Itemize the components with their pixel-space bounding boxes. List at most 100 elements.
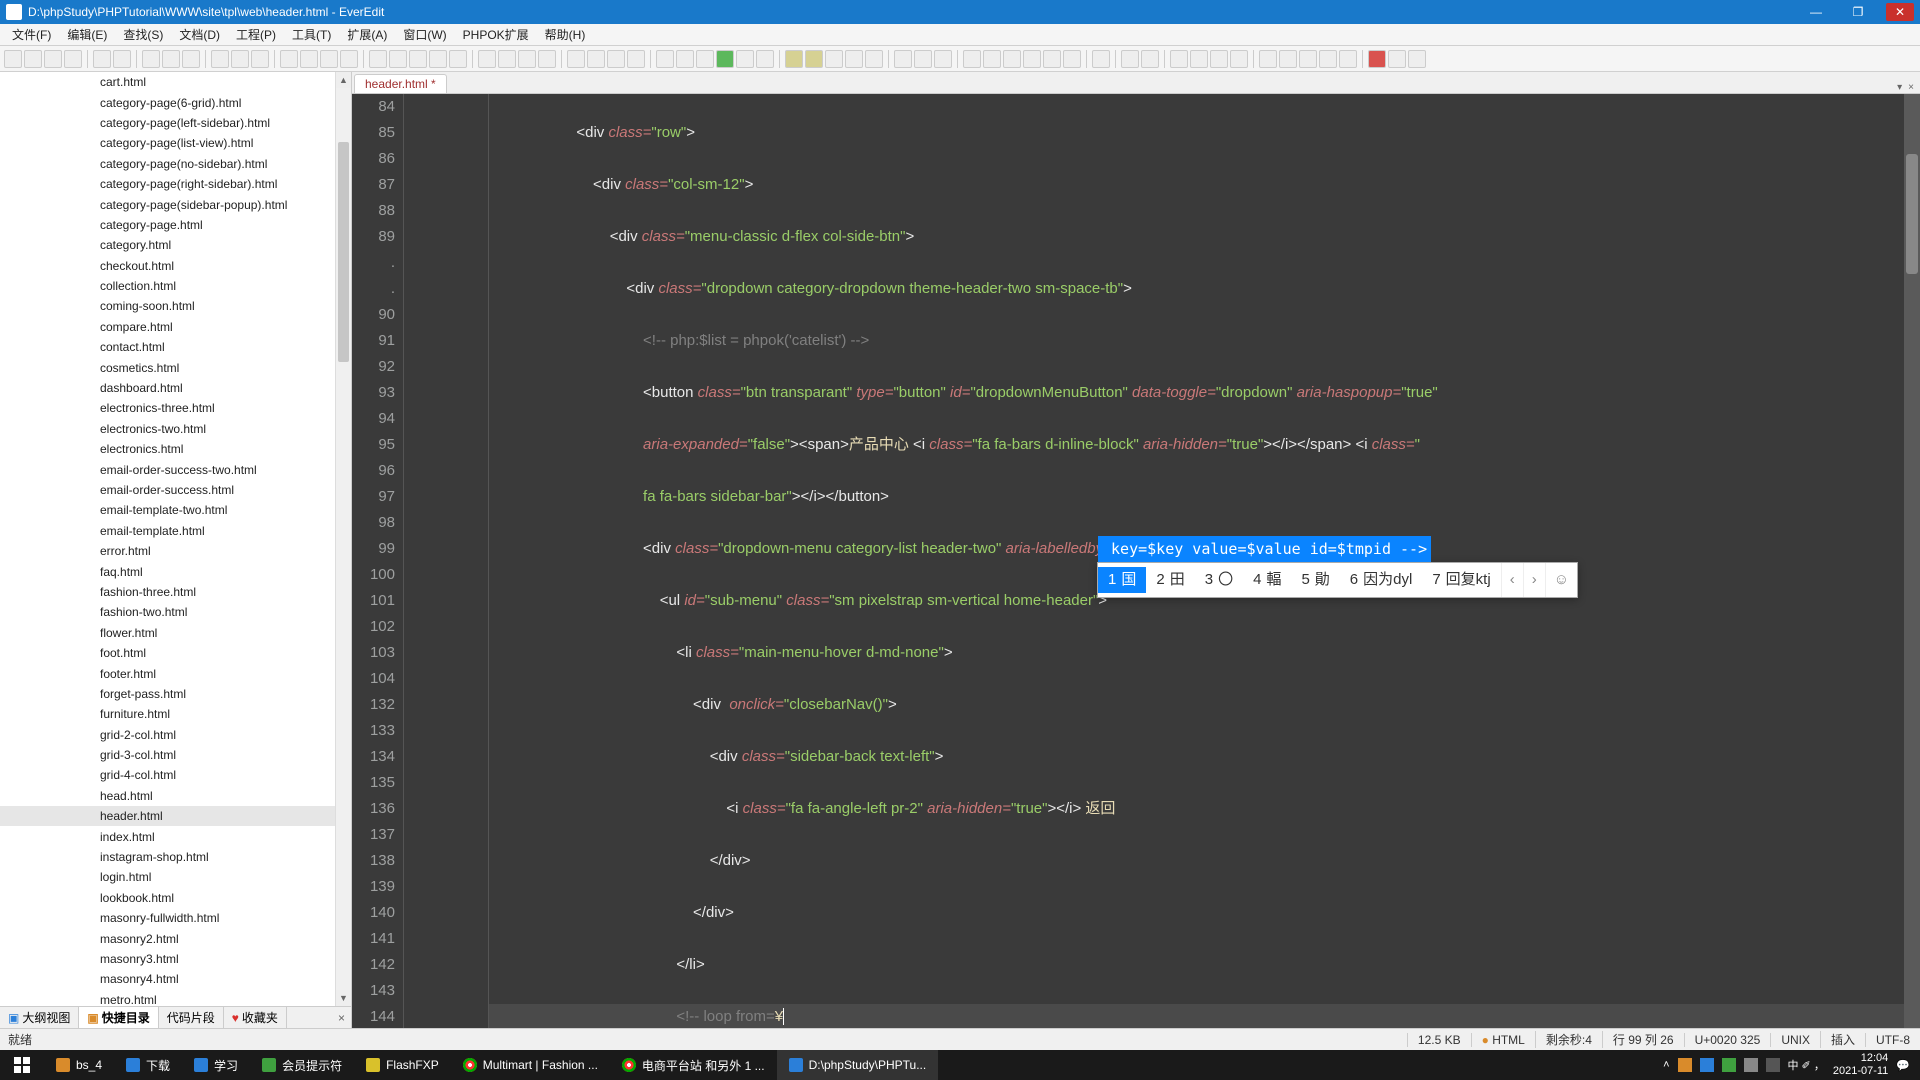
- fold-column[interactable]: [404, 94, 489, 1028]
- redo-button[interactable]: [113, 50, 131, 68]
- bold-button[interactable]: [894, 50, 912, 68]
- toolbar-button[interactable]: [300, 50, 318, 68]
- toolbar-button[interactable]: [429, 50, 447, 68]
- tabstrip-close-icon[interactable]: ×: [1908, 82, 1914, 93]
- file-item[interactable]: electronics-three.html: [0, 398, 335, 418]
- tray-up-icon[interactable]: ˄: [1663, 1059, 1669, 1071]
- toolbar-button[interactable]: [1388, 50, 1406, 68]
- taskbar-item[interactable]: 会员提示符: [250, 1050, 354, 1080]
- toolbar-button[interactable]: [845, 50, 863, 68]
- toolbar-button[interactable]: [1319, 50, 1337, 68]
- toolbar-button[interactable]: [1299, 50, 1317, 68]
- menu-tools[interactable]: 工具(T): [284, 24, 339, 45]
- toolbar-button[interactable]: [1339, 50, 1357, 68]
- toolbar-button[interactable]: [736, 50, 754, 68]
- file-item[interactable]: electronics.html: [0, 439, 335, 459]
- toolbar-button[interactable]: [538, 50, 556, 68]
- status-insert[interactable]: 插入: [1820, 1031, 1865, 1048]
- taskbar-item[interactable]: 下载: [114, 1050, 182, 1080]
- toolbar-button[interactable]: [785, 50, 803, 68]
- ime-candidate[interactable]: 3〇: [1195, 567, 1243, 593]
- h5-button[interactable]: [1043, 50, 1061, 68]
- file-item[interactable]: masonry2.html: [0, 928, 335, 948]
- ime-candidate[interactable]: 4輻: [1243, 567, 1291, 593]
- file-item[interactable]: footer.html: [0, 663, 335, 683]
- file-item[interactable]: category-page(6-grid).html: [0, 92, 335, 112]
- taskbar-item[interactable]: bs_4: [44, 1050, 114, 1080]
- copy-button[interactable]: [162, 50, 180, 68]
- save-all-button[interactable]: [64, 50, 82, 68]
- file-item[interactable]: foot.html: [0, 643, 335, 663]
- h2-button[interactable]: [983, 50, 1001, 68]
- toolbar-button[interactable]: [587, 50, 605, 68]
- ime-prev-button[interactable]: ‹: [1501, 563, 1523, 597]
- file-item[interactable]: index.html: [0, 826, 335, 846]
- file-item[interactable]: category-page(sidebar-popup).html: [0, 194, 335, 214]
- file-item[interactable]: cart.html: [0, 72, 335, 92]
- file-item[interactable]: category-page.html: [0, 215, 335, 235]
- toolbar-button[interactable]: [409, 50, 427, 68]
- toolbar-button[interactable]: [1368, 50, 1386, 68]
- toolbar-button[interactable]: [280, 50, 298, 68]
- tray-app-icon[interactable]: [1744, 1058, 1758, 1072]
- ime-candidate[interactable]: 6因为dyl: [1340, 567, 1423, 593]
- close-button[interactable]: ✕: [1886, 3, 1914, 21]
- toolbar-button[interactable]: [1141, 50, 1159, 68]
- paste-button[interactable]: [182, 50, 200, 68]
- file-item[interactable]: category-page(left-sidebar).html: [0, 113, 335, 133]
- code-area[interactable]: 848586878889..90919293949596979899100101…: [352, 94, 1920, 1028]
- menu-window[interactable]: 窗口(W): [395, 24, 454, 45]
- file-item[interactable]: masonry-fullwidth.html: [0, 908, 335, 928]
- file-item[interactable]: email-template.html: [0, 521, 335, 541]
- link-button[interactable]: [1170, 50, 1188, 68]
- file-item[interactable]: email-order-success-two.html: [0, 459, 335, 479]
- taskbar-clock[interactable]: 12:04 2021-07-11: [1833, 1052, 1888, 1078]
- file-item[interactable]: category-page(no-sidebar).html: [0, 154, 335, 174]
- file-item[interactable]: faq.html: [0, 561, 335, 581]
- settings-button[interactable]: [1408, 50, 1426, 68]
- file-item[interactable]: contact.html: [0, 337, 335, 357]
- ime-emoji-button[interactable]: ☺: [1545, 563, 1577, 597]
- file-item[interactable]: email-template-two.html: [0, 500, 335, 520]
- sidebar-tab-outline[interactable]: ▣大纲视图: [0, 1007, 79, 1028]
- file-item[interactable]: lookbook.html: [0, 888, 335, 908]
- new-file-button[interactable]: [4, 50, 22, 68]
- tray-ime[interactable]: 中 ✐ ，: [1788, 1057, 1825, 1073]
- file-item[interactable]: category-page(list-view).html: [0, 133, 335, 153]
- scroll-down-icon[interactable]: ▼: [336, 990, 351, 1006]
- taskbar-item[interactable]: D:\phpStudy\PHPTu...: [777, 1050, 939, 1080]
- menu-document[interactable]: 文档(D): [171, 24, 228, 45]
- taskbar-item[interactable]: 电商平台站 和另外 1 ...: [610, 1050, 777, 1080]
- file-item[interactable]: login.html: [0, 867, 335, 887]
- menu-edit[interactable]: 编辑(E): [59, 24, 115, 45]
- indent-button[interactable]: [211, 50, 229, 68]
- toolbar-button[interactable]: [1190, 50, 1208, 68]
- file-item[interactable]: dashboard.html: [0, 378, 335, 398]
- file-item[interactable]: flower.html: [0, 623, 335, 643]
- status-lineend[interactable]: UNIX: [1770, 1033, 1820, 1047]
- file-item[interactable]: masonry3.html: [0, 949, 335, 969]
- file-item[interactable]: grid-4-col.html: [0, 765, 335, 785]
- file-item[interactable]: error.html: [0, 541, 335, 561]
- taskbar-item[interactable]: FlashFXP: [354, 1050, 451, 1080]
- scrollbar-thumb[interactable]: [338, 142, 349, 362]
- tray-app-icon[interactable]: [1700, 1058, 1714, 1072]
- file-list[interactable]: cart.htmlcategory-page(6-grid).htmlcateg…: [0, 72, 351, 1006]
- ime-candidate[interactable]: 1国: [1098, 567, 1146, 593]
- file-item[interactable]: email-order-success.html: [0, 480, 335, 500]
- toolbar-button[interactable]: [1210, 50, 1228, 68]
- file-item[interactable]: cosmetics.html: [0, 357, 335, 377]
- notification-icon[interactable]: 💬: [1896, 1059, 1910, 1072]
- file-item[interactable]: fashion-three.html: [0, 582, 335, 602]
- start-button[interactable]: [0, 1050, 44, 1080]
- file-item[interactable]: head.html: [0, 786, 335, 806]
- file-item[interactable]: electronics-two.html: [0, 419, 335, 439]
- numlist-button[interactable]: [498, 50, 516, 68]
- file-item[interactable]: furniture.html: [0, 704, 335, 724]
- menu-extensions[interactable]: 扩展(A): [339, 24, 395, 45]
- underline-button[interactable]: [934, 50, 952, 68]
- file-item[interactable]: forget-pass.html: [0, 684, 335, 704]
- toolbar-button[interactable]: [1259, 50, 1277, 68]
- file-item[interactable]: metro.html: [0, 990, 335, 1006]
- taskbar-item[interactable]: 学习: [182, 1050, 250, 1080]
